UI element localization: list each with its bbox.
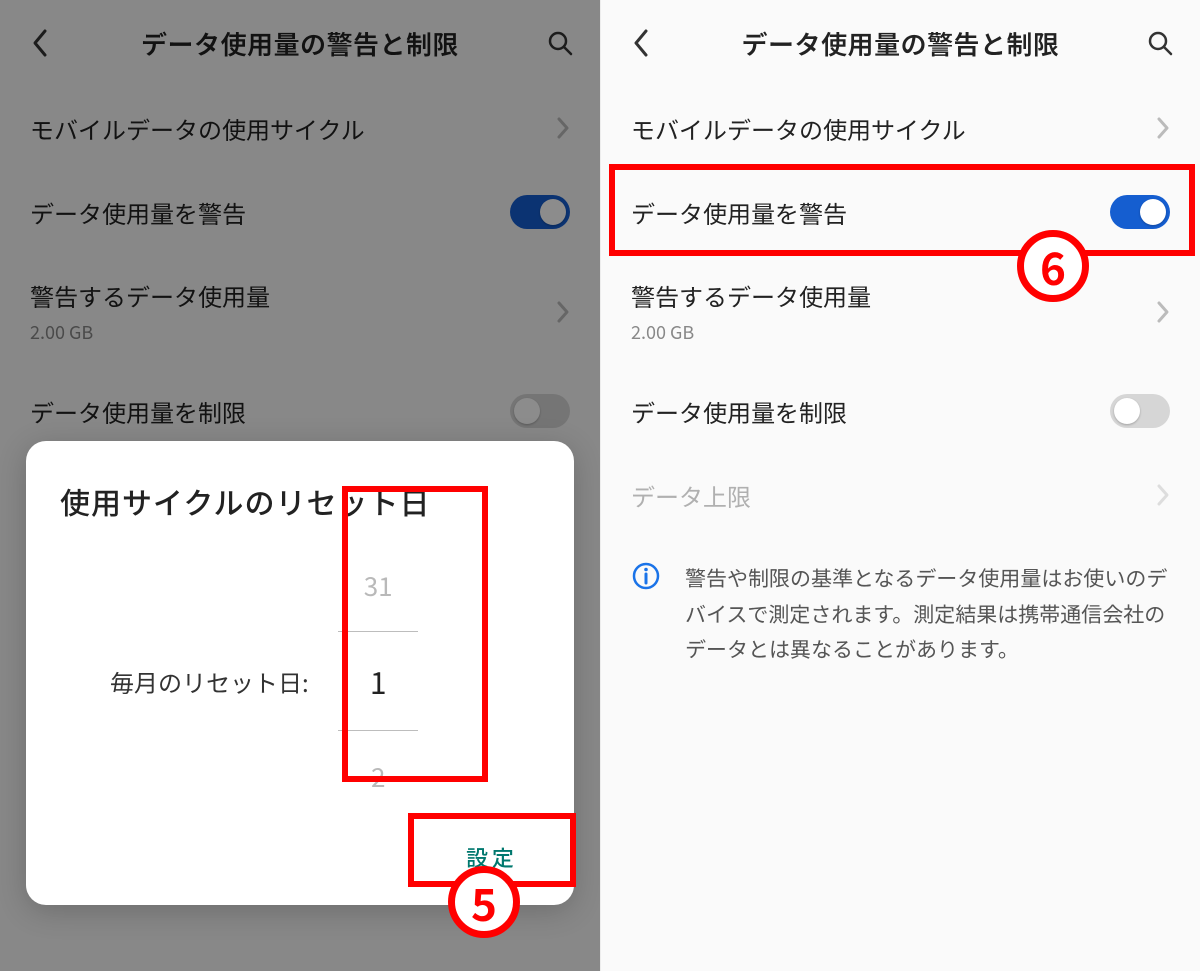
row-label: 警告するデータ使用量 (631, 278, 1156, 313)
toggle-data-warning[interactable] (1110, 195, 1170, 229)
picker-prev: 31 (364, 567, 393, 604)
back-button[interactable] (621, 23, 661, 63)
picker-selected: 1 (370, 659, 387, 703)
row-label: データ使用量を警告 (631, 195, 1110, 230)
dialog-confirm-button[interactable]: 設定 (444, 831, 540, 883)
row-usage-cycle[interactable]: モバイルデータの使用サイクル (601, 86, 1200, 170)
screenshot-right: データ使用量の警告と制限 モバイルデータの使用サイクル データ使用量を警告 警告… (600, 0, 1200, 971)
search-icon (1146, 29, 1174, 57)
row-data-cap: データ上限 (601, 453, 1200, 537)
info-icon (631, 561, 661, 591)
toggle-data-limit[interactable] (1110, 394, 1170, 428)
toggle-knob (1114, 398, 1140, 424)
page-title: データ使用量の警告と制限 (671, 25, 1130, 62)
row-warning-amount[interactable]: 警告するデータ使用量 2.00 GB (601, 254, 1200, 369)
chevron-right-icon (1156, 300, 1170, 324)
info-text: 警告や制限の基準となるデータ使用量はお使いのデバイスで測定されます。測定結果は携… (685, 561, 1170, 668)
row-data-warning[interactable]: データ使用量を警告 (601, 170, 1200, 254)
dialog-title: 使用サイクルのリセット日 (56, 479, 544, 523)
picker-next: 2 (371, 758, 385, 795)
row-label: データ使用量を制限 (631, 394, 1110, 429)
row-sublabel: 2.00 GB (631, 319, 1156, 345)
toggle-knob (1140, 199, 1166, 225)
row-data-limit[interactable]: データ使用量を制限 (601, 369, 1200, 453)
screenshot-left: データ使用量の警告と制限 モバイルデータの使用サイクル データ使用量を警告 警告… (0, 0, 600, 971)
picker-rule (338, 730, 418, 731)
dialog-field-label: 毎月のリセット日: (110, 664, 309, 699)
chevron-right-icon (1156, 116, 1170, 140)
chevron-left-icon (632, 28, 650, 58)
header: データ使用量の警告と制限 (601, 0, 1200, 86)
day-picker[interactable]: 31 1 2 (321, 561, 436, 801)
chevron-right-icon (1156, 483, 1170, 507)
search-button[interactable] (1140, 23, 1180, 63)
info-note: 警告や制限の基準となるデータ使用量はお使いのデバイスで測定されます。測定結果は携… (601, 537, 1200, 692)
row-label: データ上限 (631, 478, 1156, 513)
row-label: モバイルデータの使用サイクル (631, 111, 1156, 146)
picker-rule (338, 631, 418, 632)
reset-day-dialog: 使用サイクルのリセット日 毎月のリセット日: 31 1 2 設定 (26, 441, 574, 905)
